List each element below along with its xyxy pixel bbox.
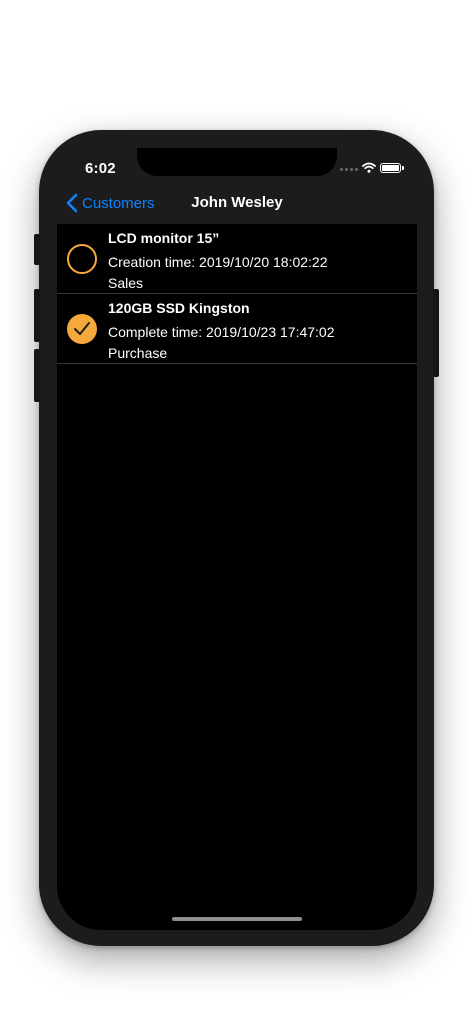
checkmark-circle-icon[interactable] — [67, 314, 97, 344]
checkmark-icon — [74, 322, 90, 335]
home-indicator[interactable] — [172, 917, 302, 921]
item-subtitle: Complete time: 2019/10/23 17:47:02 — [108, 324, 335, 340]
mute-switch — [34, 234, 40, 265]
order-list: LCD monitor 15” Creation time: 2019/10/2… — [57, 224, 417, 364]
volume-up-button — [34, 289, 40, 342]
item-title: 120GB SSD Kingston — [108, 300, 250, 316]
wifi-icon — [362, 162, 376, 173]
item-subtitle: Creation time: 2019/10/20 18:02:22 — [108, 254, 328, 270]
phone-screen: 6:02 Customers John Wesley LCD monitor 1… — [57, 148, 417, 930]
item-type: Sales — [108, 275, 144, 291]
battery-cap — [402, 166, 404, 170]
status-icons — [340, 162, 404, 174]
back-button-label: Customers — [82, 194, 155, 212]
volume-down-button — [34, 349, 40, 402]
battery-icon — [380, 163, 401, 173]
item-title: LCD monitor 15” — [108, 230, 220, 246]
back-button[interactable]: Customers — [65, 192, 165, 214]
item-type: Purchase — [108, 345, 168, 361]
cellular-signal-icon — [340, 168, 362, 172]
unchecked-circle-icon[interactable] — [67, 244, 97, 274]
page-title: John Wesley — [191, 194, 283, 211]
chevron-left-icon — [66, 193, 78, 213]
notch — [137, 148, 337, 176]
list-item[interactable]: LCD monitor 15” Creation time: 2019/10/2… — [57, 224, 417, 294]
list-item[interactable]: 120GB SSD Kingston Complete time: 2019/1… — [57, 294, 417, 364]
power-button — [433, 289, 439, 377]
status-time: 6:02 — [85, 160, 116, 177]
